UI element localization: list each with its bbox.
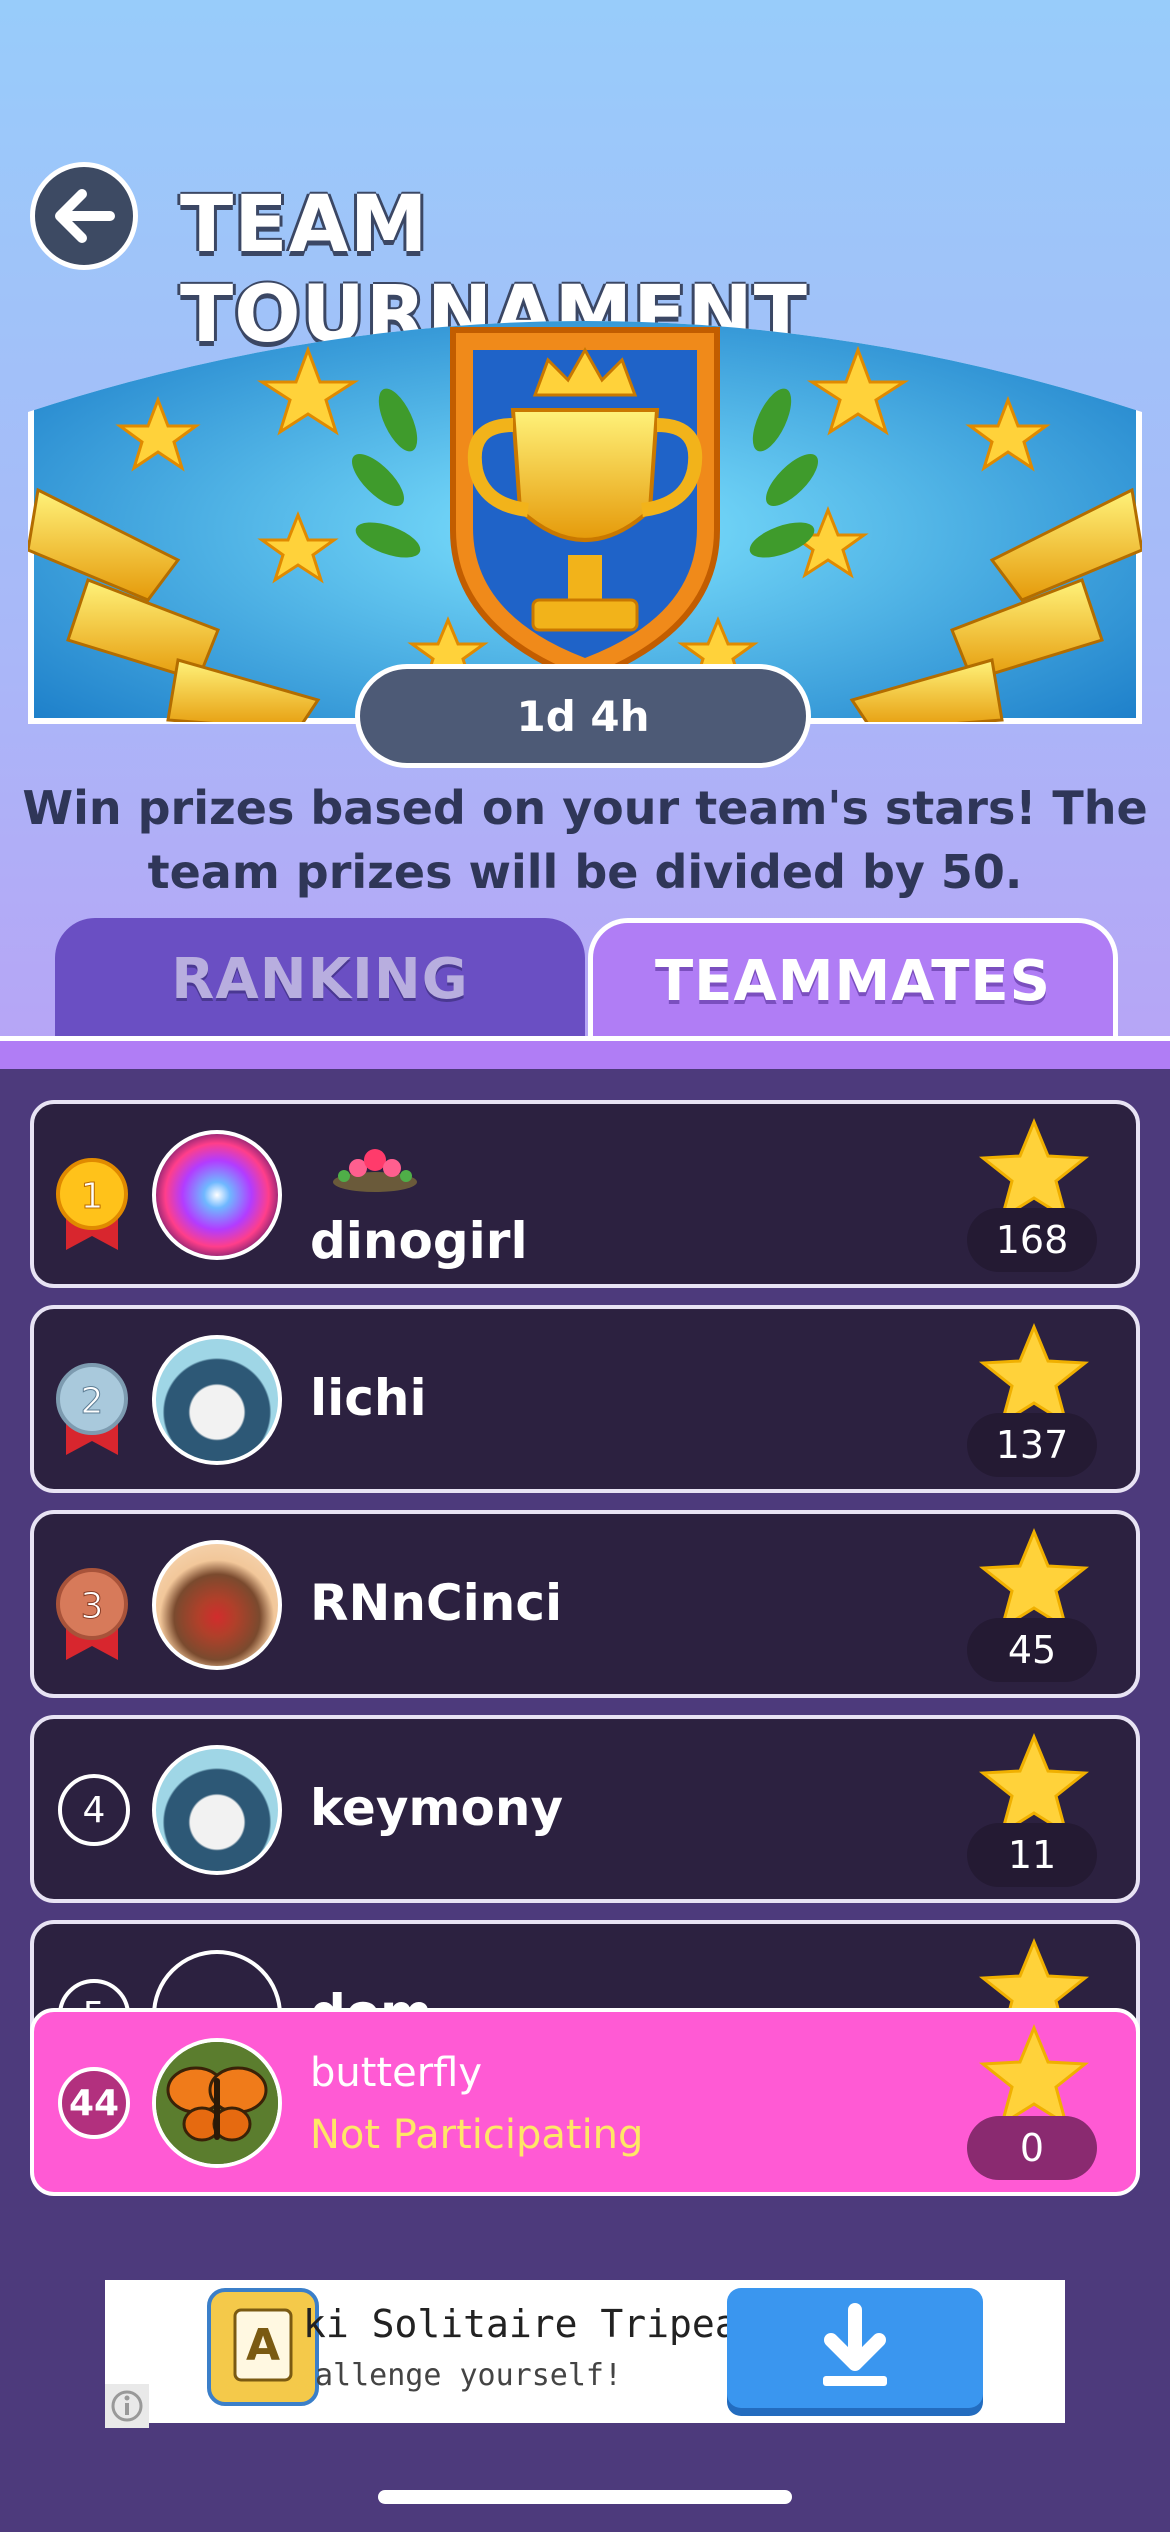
star-count: 45 <box>967 1618 1097 1682</box>
info-icon[interactable] <box>105 2384 149 2428</box>
tournament-description: Win prizes based on your team's stars! T… <box>22 781 1148 899</box>
tab-ranking[interactable]: RANKING <box>55 918 585 1040</box>
tab-teammates[interactable]: TEAMMATES <box>588 918 1118 1040</box>
star-icon <box>979 1733 1089 1837</box>
svg-text:A: A <box>246 2320 280 2371</box>
download-icon <box>823 2303 887 2386</box>
star-icon <box>979 1323 1089 1427</box>
back-button[interactable] <box>30 162 138 270</box>
ad-title: ki Solitaire Tripeak <box>303 2302 761 2346</box>
svg-text:2: 2 <box>81 1381 104 1422</box>
home-indicator[interactable] <box>378 2490 792 2504</box>
star-icon <box>979 2024 1089 2128</box>
star-count: 137 <box>967 1413 1097 1477</box>
ad-banner[interactable]: A ki Solitaire Tripeak allenge yourself! <box>105 2280 1065 2423</box>
teammate-name: keymony <box>310 1779 564 1837</box>
gold-medal-icon: 1 <box>56 1158 128 1250</box>
butterfly-icon <box>156 2042 278 2164</box>
teammate-row[interactable]: 4 keymony 11 <box>30 1715 1140 1903</box>
star-count: 11 <box>967 1823 1097 1887</box>
bronze-medal-icon: 3 <box>56 1568 128 1660</box>
flower-crown-icon <box>333 1149 417 1192</box>
ad-subtitle: allenge yourself! <box>315 2358 623 2393</box>
teammate-row[interactable]: 1 dinogirl 168 <box>30 1100 1140 1288</box>
teammate-row[interactable]: 2 lichi 137 <box>30 1305 1140 1493</box>
svg-text:3: 3 <box>81 1586 104 1627</box>
arrow-left-icon <box>55 189 115 243</box>
teammate-name: RNnCinci <box>310 1574 563 1632</box>
rank-number: 44 <box>58 2067 130 2139</box>
svg-text:1: 1 <box>81 1176 104 1217</box>
participation-status: Not Participating <box>310 2112 644 2158</box>
avatar <box>152 1540 282 1670</box>
star-count: 168 <box>967 1208 1097 1272</box>
rank-number: 4 <box>58 1774 130 1846</box>
avatar <box>152 1335 282 1465</box>
teammate-row[interactable]: 3 RNnCinci 45 <box>30 1510 1140 1698</box>
ad-download-button[interactable] <box>727 2288 983 2408</box>
my-row[interactable]: 44 butterfly Not Participating 0 <box>30 2008 1140 2196</box>
avatar <box>152 1745 282 1875</box>
my-name: butterfly <box>310 2050 483 2096</box>
star-icon <box>979 1528 1089 1632</box>
avatar <box>152 1130 282 1260</box>
star-count: 0 <box>967 2116 1097 2180</box>
teammate-name: lichi <box>310 1369 427 1427</box>
silver-medal-icon: 2 <box>56 1363 128 1455</box>
star-icon <box>979 1118 1089 1222</box>
teammate-name: dinogirl <box>310 1212 528 1270</box>
tab-strip <box>0 1041 1170 1069</box>
avatar <box>152 2038 282 2168</box>
tournament-timer: 1d 4h <box>355 664 811 768</box>
